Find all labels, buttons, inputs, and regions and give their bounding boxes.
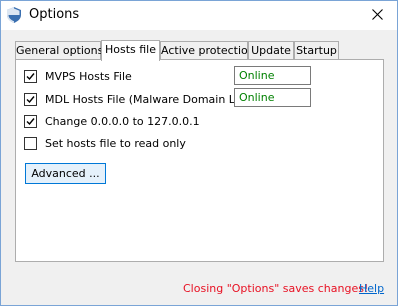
- change-ip-option[interactable]: Change 0.0.0.0 to 127.0.0.1: [24, 114, 200, 128]
- checkmark-icon: [26, 117, 35, 125]
- shield-icon: [7, 7, 21, 23]
- mvps-hosts-label: MVPS Hosts File: [45, 69, 132, 83]
- checkmark-icon: [26, 72, 35, 80]
- tab-general-options[interactable]: General options: [15, 41, 103, 59]
- change-ip-checkbox[interactable]: [24, 114, 37, 128]
- title-bar: Options: [1, 1, 397, 30]
- read-only-label: Set hosts file to read only: [45, 136, 186, 150]
- tab-active-protection[interactable]: Active protection: [160, 41, 255, 59]
- help-link[interactable]: Help: [359, 282, 384, 295]
- close-icon: [371, 8, 383, 23]
- advanced-button[interactable]: Advanced ...: [25, 163, 106, 184]
- read-only-checkbox[interactable]: [24, 136, 37, 150]
- checkmark-icon: [26, 95, 35, 103]
- window-title: Options: [29, 7, 80, 22]
- mdl-status-field: Online: [234, 88, 311, 107]
- tab-hosts-file[interactable]: Hosts file: [101, 40, 160, 61]
- mdl-hosts-label: MDL Hosts File (Malware Domain List): [45, 92, 253, 106]
- change-ip-label: Change 0.0.0.0 to 127.0.0.1: [45, 114, 200, 128]
- tab-startup[interactable]: Startup: [294, 41, 339, 59]
- close-button[interactable]: [357, 1, 397, 30]
- mvps-hosts-option[interactable]: MVPS Hosts File: [24, 69, 132, 83]
- tab-update[interactable]: Update: [248, 41, 294, 59]
- hosts-file-panel: MVPS Hosts File Online MDL Hosts File (M…: [15, 59, 384, 262]
- save-changes-note: Closing "Options" saves changes!: [183, 282, 369, 295]
- mdl-hosts-checkbox[interactable]: [24, 92, 37, 106]
- mvps-status-field: Online: [234, 66, 311, 85]
- read-only-option[interactable]: Set hosts file to read only: [24, 136, 186, 150]
- mvps-hosts-checkbox[interactable]: [24, 69, 37, 83]
- mdl-hosts-option[interactable]: MDL Hosts File (Malware Domain List): [24, 92, 252, 106]
- options-window: Options General options Hosts file Activ…: [0, 0, 398, 306]
